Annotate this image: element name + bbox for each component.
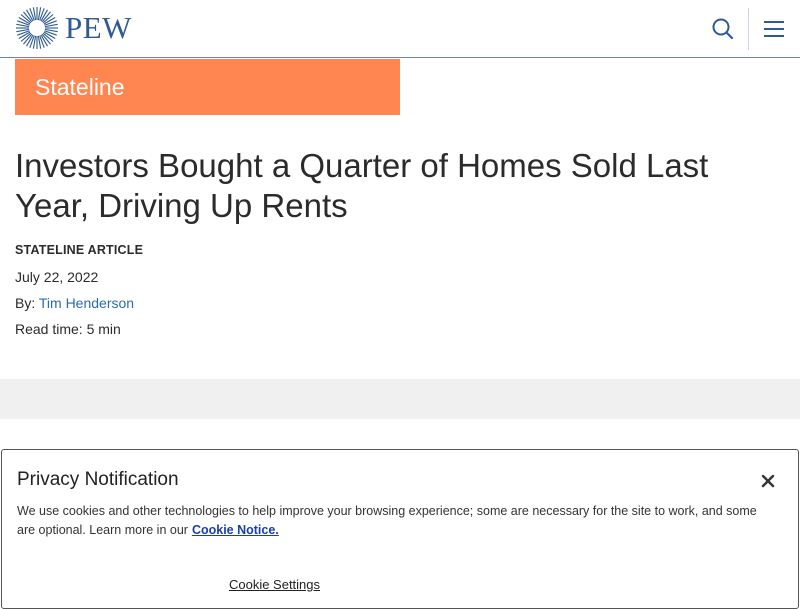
privacy-title: Privacy Notification (17, 469, 179, 490)
content-band (0, 379, 800, 419)
cookie-settings-button[interactable]: Cookie Settings (202, 574, 347, 596)
byline: By: Tim Henderson (15, 295, 134, 311)
search-icon (712, 18, 734, 40)
site-header: PEW (0, 0, 800, 58)
section-tag-stateline[interactable]: Stateline (15, 59, 400, 115)
menu-button[interactable] (758, 14, 790, 44)
privacy-body: We use cookies and other technologies to… (17, 504, 757, 537)
article-title: Investors Bought a Quarter of Homes Sold… (15, 147, 709, 224)
read-time: Read time: 5 min (15, 321, 121, 337)
author-link[interactable]: Tim Henderson (39, 295, 134, 311)
byline-prefix: By: (15, 295, 36, 311)
privacy-banner: Privacy Notification We use cookies and … (1, 449, 799, 609)
article-kind: STATELINE ARTICLE (15, 243, 144, 257)
sunburst-logo-icon (16, 7, 58, 49)
search-button[interactable] (708, 14, 738, 44)
close-icon (761, 474, 775, 488)
logo-text: PEW (65, 10, 132, 45)
pew-logo[interactable]: PEW (14, 5, 132, 51)
hamburger-menu-icon (764, 21, 784, 37)
cookie-notice-link[interactable]: Cookie Notice. (192, 523, 279, 537)
article-date: July 22, 2022 (15, 269, 99, 285)
privacy-close-button[interactable] (757, 470, 779, 492)
header-divider (748, 8, 749, 50)
privacy-text: We use cookies and other technologies to… (17, 502, 757, 540)
